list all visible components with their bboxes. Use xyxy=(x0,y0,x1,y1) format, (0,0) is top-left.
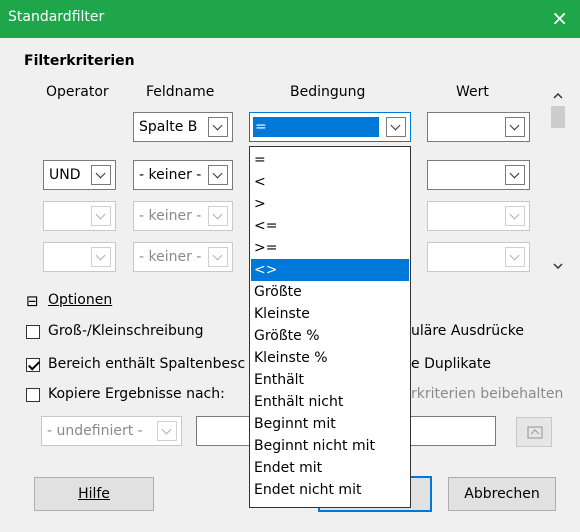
criteria-scrollbar[interactable] xyxy=(548,84,568,280)
dropdown-option[interactable]: Größte % xyxy=(251,325,409,347)
scrollbar-graphic xyxy=(551,92,565,270)
chevron-down-icon[interactable] xyxy=(505,206,525,226)
chevron-down-icon[interactable] xyxy=(91,247,111,267)
no-duplicates-label[interactable]: e Duplikate xyxy=(411,356,491,372)
operator-select-2[interactable]: UND xyxy=(43,160,116,190)
window-title: Standardfilter xyxy=(8,9,105,25)
condition-dropdown-list[interactable]: = < > <= >= <> Größte Kleinste Größte % … xyxy=(249,146,411,508)
fieldname-select-3[interactable]: - keiner - xyxy=(133,201,233,231)
dropdown-option[interactable]: Größte xyxy=(251,281,409,303)
case-sensitive-label[interactable]: Groß-/Kleinschreibung xyxy=(48,323,204,339)
shrink-icon xyxy=(527,426,543,439)
cancel-button[interactable]: Abbrechen xyxy=(448,477,556,511)
copy-results-checkbox[interactable] xyxy=(26,388,40,402)
dropdown-option[interactable]: Enthält nicht xyxy=(251,391,409,413)
chevron-down-icon[interactable] xyxy=(505,117,525,137)
scrollbar-thumb[interactable] xyxy=(551,106,565,128)
dropdown-option[interactable]: Endet nicht mit xyxy=(251,479,409,501)
fieldname-select-1[interactable]: Spalte B xyxy=(133,112,233,142)
header-condition: Bedingung xyxy=(290,84,366,100)
dropdown-option[interactable]: Enthält xyxy=(251,369,409,391)
dropdown-option[interactable]: Kleinste % xyxy=(251,347,409,369)
condition-select-1[interactable]: = xyxy=(249,112,411,142)
cancel-button-label: Abbrechen xyxy=(464,486,540,502)
collapse-icon[interactable]: ⊟ xyxy=(26,292,39,310)
help-button[interactable]: Hilfe xyxy=(34,477,154,511)
chevron-down-icon[interactable] xyxy=(505,165,525,185)
dropdown-option[interactable]: > xyxy=(251,193,409,215)
has-headers-checkbox[interactable] xyxy=(26,358,40,372)
header-value: Wert xyxy=(456,84,489,100)
dropdown-option-selected[interactable]: <> xyxy=(251,259,409,281)
value-input-1[interactable] xyxy=(427,112,530,142)
chevron-up-icon[interactable] xyxy=(553,92,563,99)
chevron-down-icon[interactable] xyxy=(553,263,563,270)
chevron-down-icon[interactable] xyxy=(208,247,228,267)
header-fieldname: Feldname xyxy=(146,84,215,100)
header-operator: Operator xyxy=(46,84,109,100)
value-input-4[interactable] xyxy=(427,242,530,272)
fieldname-value-3: - keiner - xyxy=(139,208,202,224)
dropdown-option[interactable]: Kleinste xyxy=(251,303,409,325)
fieldname-value-1: Spalte B xyxy=(139,119,198,135)
dropdown-option[interactable]: Beginnt nicht mit xyxy=(251,435,409,457)
operator-select-4[interactable] xyxy=(43,242,116,272)
dropdown-option[interactable]: >= xyxy=(251,237,409,259)
dropdown-option[interactable]: Beginnt mit xyxy=(251,413,409,435)
fieldname-select-2[interactable]: - keiner - xyxy=(133,160,233,190)
value-input-2[interactable] xyxy=(427,160,530,190)
operator-select-3[interactable] xyxy=(43,201,116,231)
has-headers-label[interactable]: Bereich enthält Spaltenbesc xyxy=(48,356,245,372)
chevron-down-icon[interactable] xyxy=(91,206,111,226)
copy-target-select[interactable]: - undefiniert - xyxy=(41,416,182,446)
chevron-down-icon[interactable] xyxy=(91,165,111,185)
shrink-button[interactable] xyxy=(516,417,552,447)
chevron-down-icon[interactable] xyxy=(208,206,228,226)
keep-criteria-label[interactable]: rkriterien beibehalten xyxy=(411,386,563,402)
copy-results-label[interactable]: Kopiere Ergebnisse nach: xyxy=(48,386,225,402)
value-input-3[interactable] xyxy=(427,201,530,231)
fieldname-select-4[interactable]: - keiner - xyxy=(133,242,233,272)
operator-value-2: UND xyxy=(49,167,81,183)
options-title[interactable]: Optionen xyxy=(48,292,112,308)
criteria-section-title: Filterkriterien xyxy=(24,53,135,69)
chevron-down-icon[interactable] xyxy=(208,165,228,185)
dropdown-option[interactable]: = xyxy=(251,149,409,171)
dropdown-option[interactable]: <= xyxy=(251,215,409,237)
fieldname-value-4: - keiner - xyxy=(139,249,202,265)
close-icon[interactable]: × xyxy=(551,6,568,30)
case-sensitive-checkbox[interactable] xyxy=(26,325,40,339)
chevron-down-icon[interactable] xyxy=(386,117,406,137)
help-button-label: Hilfe xyxy=(78,486,110,502)
regex-label[interactable]: uläre Ausdrücke xyxy=(411,323,524,339)
copy-target-value: - undefiniert - xyxy=(47,423,143,439)
fieldname-value-2: - keiner - xyxy=(139,167,202,183)
title-bar: Standardfilter × xyxy=(0,0,580,38)
chevron-down-icon[interactable] xyxy=(208,117,228,137)
dropdown-option[interactable]: Endet mit xyxy=(251,457,409,479)
chevron-down-icon[interactable] xyxy=(157,421,177,441)
chevron-down-icon[interactable] xyxy=(505,247,525,267)
condition-value-1: = xyxy=(253,117,379,137)
dropdown-option[interactable]: < xyxy=(251,171,409,193)
